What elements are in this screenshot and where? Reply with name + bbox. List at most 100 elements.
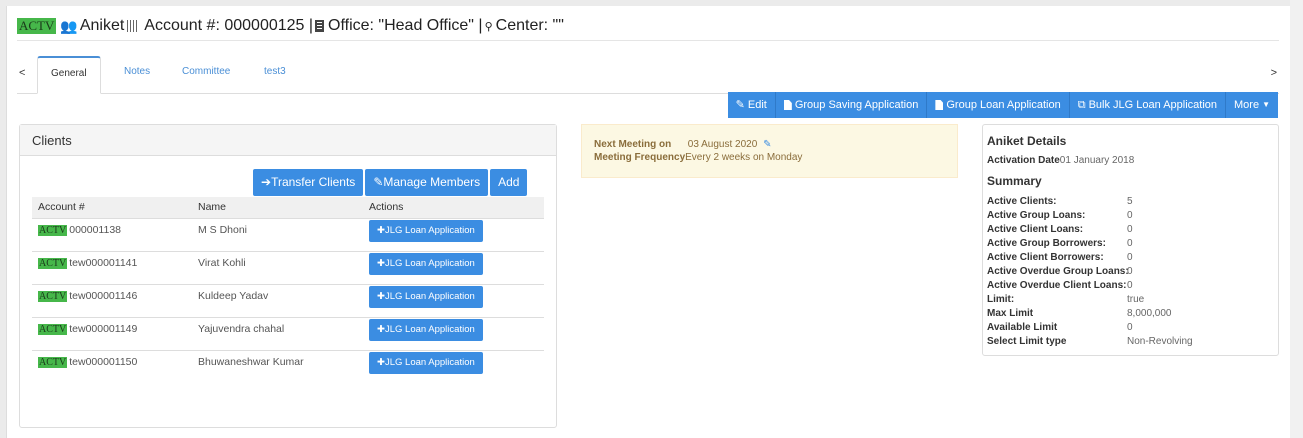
status-badge: ACTV [17, 18, 57, 34]
summary-list: Active Clients: 5 Active Group Loans: 0 Acti… [987, 195, 1274, 349]
center-name: Center: "" [495, 17, 564, 34]
jlg-loan-application-button[interactable]: ✚JLG Loan Application [369, 285, 483, 308]
summary-label: Active Client Loans: [987, 224, 1084, 235]
actions-cell: ✚JLG Loan Application [363, 217, 544, 251]
client-name: Virat Kohli [192, 250, 363, 284]
account-link[interactable]: tew000001149 [69, 323, 137, 335]
details-title: Aniket Details [987, 134, 1067, 148]
tab-scroll-right-icon[interactable]: > [1271, 67, 1277, 79]
edit-icon: ✎ [373, 175, 384, 189]
table-row: ACTV tew000001146 Kuldeep Yadav ✚JLG Loan A… [32, 283, 544, 317]
group-saving-application-button[interactable]: Group Saving Application [775, 92, 928, 118]
summary-row: Available Limit 0 [987, 321, 1274, 335]
activation-date-label: Activation Date [987, 155, 1060, 166]
summary-row: Limit: true [987, 293, 1274, 307]
client-name: Yajuvendra chahal [192, 316, 363, 350]
group-loan-application-button[interactable]: Group Loan Application [927, 92, 1070, 118]
map-marker-icon: ⚲ [484, 20, 493, 33]
account-cell: ACTV tew000001146 [32, 283, 192, 317]
table-row: ACTV tew000001141 Virat Kohli ✚JLG Loan App… [32, 250, 544, 284]
edit-meeting-icon[interactable]: ✎ [763, 139, 771, 150]
summary-value: 8,000,000 [1127, 308, 1172, 319]
plus-icon: ✚ [377, 224, 385, 236]
page-title: ACTV 👥 Aniket Account #: 000000125 | Off… [17, 15, 564, 37]
jlg-loan-application-button[interactable]: ✚JLG Loan Application [369, 318, 483, 341]
group-details-panel: Aniket Details Activation Date01 January… [982, 124, 1279, 356]
group-loan-label: Group Loan Application [946, 99, 1061, 111]
tab-scroll-left-icon[interactable]: < [19, 67, 25, 79]
client-name: Bhuwaneshwar Kumar [192, 349, 363, 383]
plus-icon: ✚ [377, 257, 385, 269]
transfer-clients-button[interactable]: ➔Transfer Clients [253, 169, 364, 196]
summary-label: Active Overdue Group Loans: [987, 266, 1129, 277]
status-badge: ACTV [38, 356, 68, 368]
summary-label: Select Limit type [987, 336, 1067, 347]
summary-row: Active Overdue Client Loans: 0 [987, 279, 1274, 293]
office-name: Office: "Head Office" | [328, 17, 483, 34]
status-badge: ACTV [38, 224, 68, 236]
client-name: M S Dhoni [192, 217, 363, 251]
jlg-loan-application-label: JLG Loan Application [384, 224, 475, 236]
summary-label: Limit: [987, 294, 1015, 305]
summary-label: Available Limit [987, 322, 1058, 333]
summary-row: Active Group Borrowers: 0 [987, 237, 1274, 251]
status-badge: ACTV [38, 257, 68, 269]
clients-panel-title: Clients [20, 125, 556, 156]
account-link[interactable]: tew000001150 [69, 356, 137, 368]
summary-value: true [1127, 294, 1145, 305]
more-label: More [1234, 99, 1260, 111]
summary-value: 0 [1127, 252, 1133, 263]
activation-date-value: 01 January 2018 [1059, 155, 1135, 166]
client-name: Kuldeep Yadav [192, 283, 363, 317]
actions-cell: ✚JLG Loan Application [363, 349, 544, 383]
summary-row: Active Client Borrowers: 0 [987, 251, 1274, 265]
file-icon [783, 100, 792, 110]
tab-general[interactable]: General [37, 56, 101, 94]
manage-members-button[interactable]: ✎Manage Members [365, 169, 489, 196]
jlg-loan-application-button[interactable]: ✚JLG Loan Application [369, 219, 483, 242]
meeting-frequency-label: Meeting Frequency [594, 152, 686, 163]
tab-test3[interactable]: test3 [251, 56, 299, 94]
summary-value: 0 [1127, 280, 1133, 291]
page-scrollbar[interactable] [1290, 0, 1303, 438]
edit-button[interactable]: ✎ Edit [727, 92, 776, 118]
jlg-loan-application-label: JLG Loan Application [384, 356, 475, 368]
meeting-info-alert: Next Meeting on 03 August 2020 ✎ Meeting… [581, 124, 958, 178]
summary-label: Active Clients: [987, 196, 1057, 207]
tab-notes[interactable]: Notes [111, 56, 163, 94]
edit-label: Edit [747, 99, 767, 111]
clients-table: Account # Name Actions ACTV 000001138 M S … [32, 197, 544, 383]
jlg-loan-application-button[interactable]: ✚JLG Loan Application [369, 252, 483, 275]
clients-panel: Clients ➔Transfer Clients ✎Manage Member… [19, 124, 557, 428]
group-icon: 👥 [60, 17, 78, 34]
account-link[interactable]: tew000001146 [69, 290, 137, 302]
summary-value: 0 [1127, 210, 1133, 221]
table-row: ACTV tew000001150 Bhuwaneshwar Kumar ✚JLG L… [32, 349, 544, 383]
bulk-jlg-loan-application-button[interactable]: ⧉ Bulk JLG Loan Application [1069, 92, 1227, 118]
actions-cell: ✚JLG Loan Application [363, 283, 544, 317]
group-page: ACTV 👥 Aniket Account #: 000000125 | Off… [6, 6, 1290, 438]
account-link[interactable]: 000001138 [69, 224, 121, 236]
summary-row: Active Overdue Group Loans: 0 [987, 265, 1274, 279]
column-header-actions: Actions [363, 197, 544, 218]
next-meeting-date: 03 August 2020 [687, 139, 758, 150]
more-dropdown-button[interactable]: More ▼ [1226, 92, 1278, 118]
transfer-clients-label: Transfer Clients [271, 175, 356, 189]
next-meeting-label: Next Meeting on [594, 139, 672, 150]
account-cell: ACTV tew000001149 [32, 316, 192, 350]
jlg-loan-application-button[interactable]: ✚JLG Loan Application [369, 351, 483, 374]
summary-row: Active Group Loans: 0 [987, 209, 1274, 223]
summary-value: 0 [1127, 238, 1133, 249]
account-link[interactable]: tew000001141 [69, 257, 137, 269]
tab-committee[interactable]: Committee [169, 56, 243, 94]
actions-cell: ✚JLG Loan Application [363, 250, 544, 284]
account-cell: ACTV 000001138 [32, 217, 192, 251]
summary-value: 0 [1127, 224, 1133, 235]
group-saving-label: Group Saving Application [794, 99, 919, 111]
column-header-name: Name [192, 197, 363, 218]
copy-icon: ⧉ [1077, 99, 1086, 111]
jlg-loan-application-label: JLG Loan Application [384, 323, 475, 335]
add-client-button[interactable]: Add [490, 169, 528, 196]
summary-label: Active Overdue Client Loans: [987, 280, 1127, 291]
summary-value: 0 [1127, 322, 1133, 333]
